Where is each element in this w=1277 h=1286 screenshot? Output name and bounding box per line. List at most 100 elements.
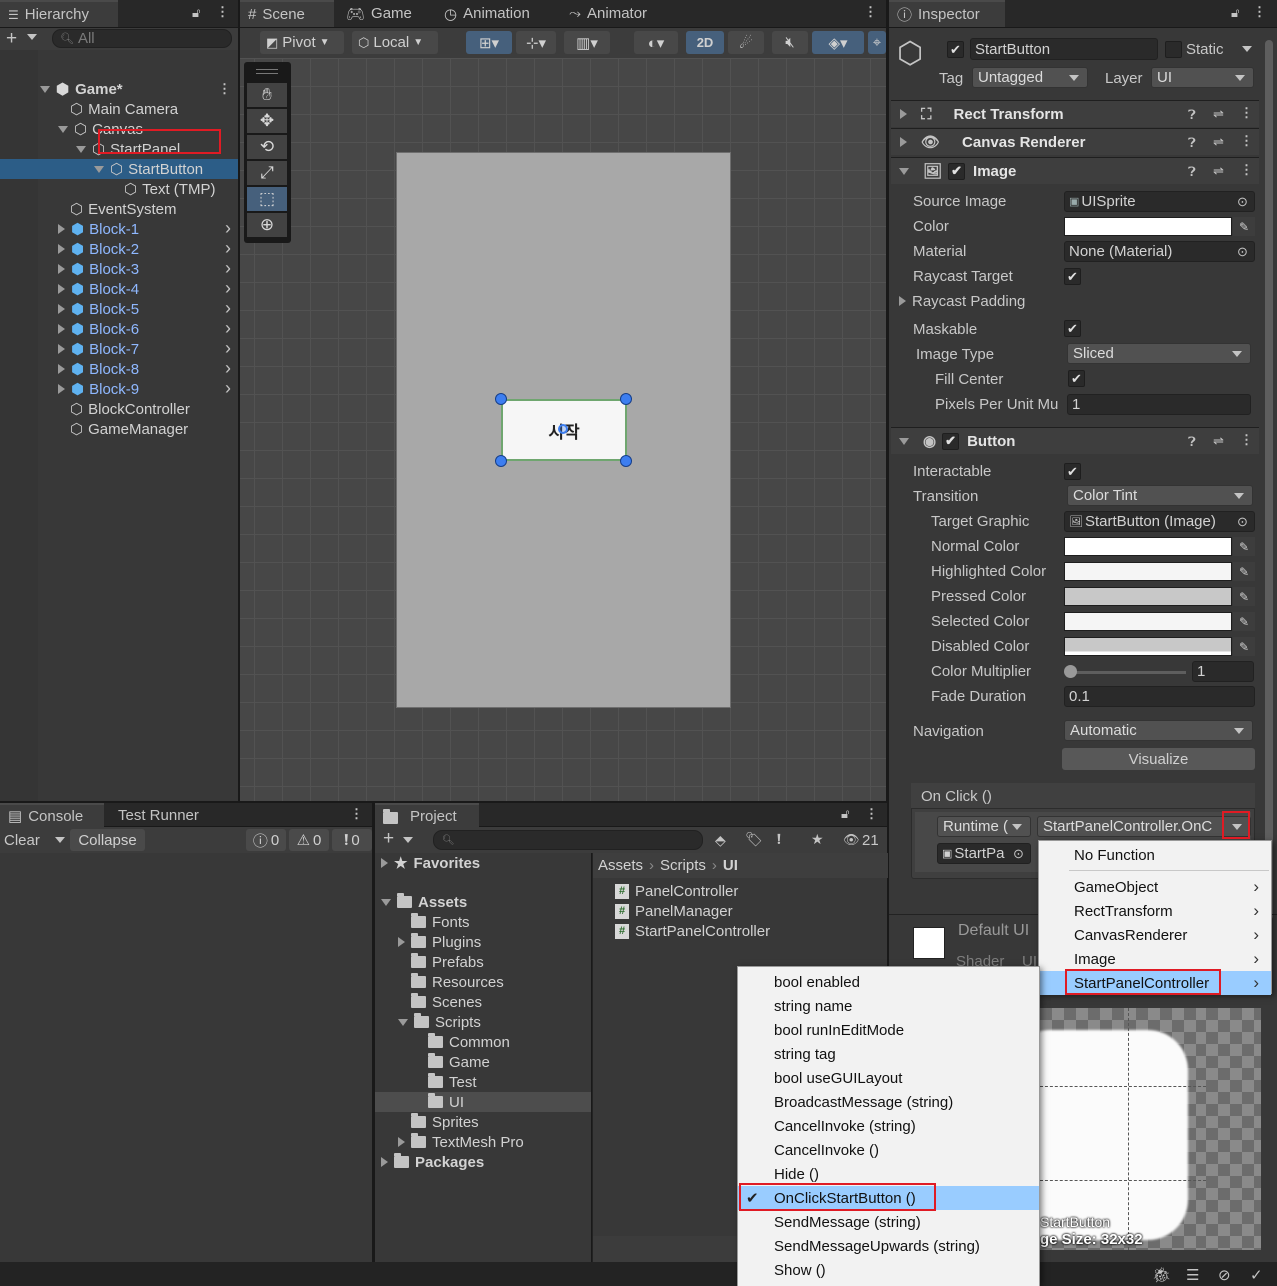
lighting-toggle[interactable]: ☄ (728, 31, 764, 54)
method-menu-item[interactable]: SendMessageUpwards (string) (738, 1234, 1039, 1258)
runtime-mode-dropdown[interactable]: Runtime ( (937, 816, 1031, 837)
search-by-type-icon[interactable]: ⬘ (715, 832, 726, 849)
lock-icon[interactable]: 🔓︎ (841, 806, 849, 822)
tab-animation[interactable]: ◷ Animation (436, 0, 538, 27)
expand-chevron-right-icon[interactable] (58, 284, 65, 294)
method-menu-item[interactable]: CancelInvoke (string) (738, 1114, 1039, 1138)
open-prefab-chevron-icon[interactable]: › (225, 378, 231, 399)
log-filter-toggle[interactable]: ⓘ 0 (246, 829, 286, 851)
script-file-item[interactable]: # PanelController (615, 881, 738, 901)
method-menu-item[interactable]: string tag (738, 1042, 1039, 1066)
warning-filter-toggle[interactable]: ⚠ 0 (289, 829, 329, 851)
more-menu-icon[interactable]: ⋮ (350, 806, 363, 822)
help-icon[interactable]: ❓︎ (1188, 164, 1196, 180)
method-menu-item[interactable]: bool runInEditMode (738, 1018, 1039, 1042)
component-menu-item[interactable]: Image › (1039, 947, 1271, 971)
rotate-tool-icon[interactable]: ⟲ (247, 135, 287, 159)
tab-console[interactable]: ▤ Console (0, 803, 104, 827)
more-menu-icon[interactable]: ⋮ (1253, 4, 1266, 20)
tab-game[interactable]: 🎮︎ Game (338, 0, 420, 27)
expand-chevron-right-icon[interactable] (58, 224, 65, 234)
eyedropper-icon[interactable]: ✎ (1233, 537, 1255, 556)
expand-chevron-right-icon[interactable] (58, 324, 65, 334)
move-tool-icon[interactable]: ✥ (247, 109, 287, 133)
method-menu-item[interactable]: SendMessage (string) (738, 1210, 1039, 1234)
rect-tool-icon[interactable]: ⬚ (247, 187, 287, 211)
eyedropper-icon[interactable]: ✎ (1233, 587, 1255, 606)
method-menu-item[interactable]: BroadcastMessage (string) (738, 1090, 1039, 1114)
hierarchy-scene-root[interactable]: ⬢ Game* (40, 79, 123, 99)
layer-dropdown[interactable]: UI (1151, 67, 1254, 88)
project-folder-item[interactable]: Common (415, 1032, 510, 1052)
component-menu-item[interactable]: CanvasRenderer › (1039, 923, 1271, 947)
hierarchy-item[interactable]: ⬡ EventSystem (58, 199, 176, 219)
search-errors-icon[interactable]: ❗︎ (777, 831, 781, 848)
method-menu-item[interactable]: bool useGUILayout (738, 1066, 1039, 1090)
create-dropdown-chevron-icon[interactable] (27, 34, 37, 40)
hierarchy-item[interactable]: ⬢ Block-8 (58, 359, 139, 379)
material-field[interactable]: None (Material) (1064, 241, 1255, 262)
cache-icon[interactable]: ⊘ (1218, 1266, 1231, 1284)
open-prefab-chevron-icon[interactable]: › (225, 258, 231, 279)
method-menu-item[interactable]: bool enabled (738, 970, 1039, 994)
method-menu-item[interactable]: Hide () (738, 1162, 1039, 1186)
hierarchy-item[interactable]: ⬢ Block-6 (58, 319, 139, 339)
script-file-item[interactable]: # PanelManager (615, 901, 733, 921)
hierarchy-item[interactable]: ⬡ GameManager (58, 419, 188, 439)
color-swatch[interactable] (1064, 217, 1232, 236)
help-icon[interactable]: ❓︎ (1188, 107, 1196, 123)
component-menu-item[interactable]: GameObject › (1039, 875, 1271, 899)
button-header[interactable]: ◉ ✔ Button (891, 427, 1259, 454)
method-menu-item[interactable]: Show () (738, 1258, 1039, 1282)
selected-color-swatch[interactable] (1064, 612, 1232, 631)
method-menu-item[interactable]: CancelInvoke () (738, 1138, 1039, 1162)
hierarchy-item[interactable]: ⬢ Block-7 (58, 339, 139, 359)
project-folder-item[interactable]: Assets (381, 892, 467, 912)
expand-chevron-down-icon[interactable] (58, 125, 68, 133)
function-dropdown[interactable]: StartPanelController.OnC (1037, 816, 1251, 837)
lock-icon[interactable]: 🔓︎ (192, 5, 200, 21)
object-picker-icon[interactable]: ⊙ (1237, 514, 1248, 530)
hierarchy-item[interactable]: ⬢ Block-4 (58, 279, 139, 299)
project-folder-item[interactable]: Game (415, 1052, 490, 1072)
component-menu-item[interactable]: No Function (1039, 843, 1271, 867)
more-menu-icon[interactable]: ⋮ (216, 4, 229, 20)
more-menu-icon[interactable]: ⋮ (1240, 133, 1253, 149)
hierarchy-item[interactable]: ⬢ Block-2 (58, 239, 139, 259)
maskable-checkbox[interactable]: ✔ (1064, 320, 1081, 337)
resize-handle[interactable] (495, 455, 507, 467)
fill-center-checkbox[interactable]: ✔ (1068, 370, 1085, 387)
create-plus-icon[interactable]: + (6, 28, 17, 50)
project-folder-item[interactable]: Scenes (398, 992, 482, 1012)
rect-transform-header[interactable]: ⛶ Rect Transform (891, 100, 1259, 127)
favorites-row[interactable]: ★ Favorites (381, 853, 480, 873)
grid-snap-button[interactable]: ⊞▾ (466, 31, 512, 54)
color-multiplier-slider-thumb[interactable] (1064, 665, 1077, 678)
expand-chevron-right-icon[interactable] (58, 364, 65, 374)
effects-toggle[interactable]: ◈▾ (812, 31, 864, 54)
expand-chevron-right-icon[interactable] (398, 937, 405, 947)
open-prefab-chevron-icon[interactable]: › (225, 298, 231, 319)
project-folder-item[interactable]: Test (415, 1072, 477, 1092)
tab-hierarchy[interactable]: ☰ Hierarchy (0, 0, 118, 27)
preset-icon[interactable]: ⇌ (1213, 134, 1224, 150)
object-name-field[interactable]: StartButton (970, 38, 1158, 60)
clear-button[interactable]: Clear (4, 830, 40, 850)
hierarchy-item[interactable]: ⬡ BlockController (58, 399, 190, 419)
normal-color-swatch[interactable] (1064, 537, 1232, 556)
pixels-per-unit-field[interactable]: 1 (1067, 394, 1251, 415)
pressed-color-swatch[interactable] (1064, 587, 1232, 606)
scale-tool-icon[interactable]: ⤢ (247, 161, 287, 185)
object-picker-icon[interactable]: ⊙ (1237, 244, 1248, 260)
eyedropper-icon[interactable]: ✎ (1233, 637, 1255, 656)
more-menu-icon[interactable]: ⋮ (865, 806, 878, 822)
static-dropdown-chevron-icon[interactable] (1242, 46, 1252, 52)
preset-icon[interactable]: ⇌ (1213, 433, 1224, 449)
expand-chevron-down-icon[interactable] (398, 1018, 408, 1026)
component-menu-item[interactable]: StartPanelController › (1039, 971, 1271, 995)
more-menu-icon[interactable]: ⋮ (1240, 162, 1253, 178)
object-picker-icon[interactable]: ⊙ (1013, 846, 1024, 862)
transition-dropdown[interactable]: Color Tint (1067, 485, 1253, 506)
local-dropdown[interactable]: ⬡ Local ▼ (352, 31, 438, 54)
hierarchy-item[interactable]: ⬡ StartButton (94, 159, 203, 179)
